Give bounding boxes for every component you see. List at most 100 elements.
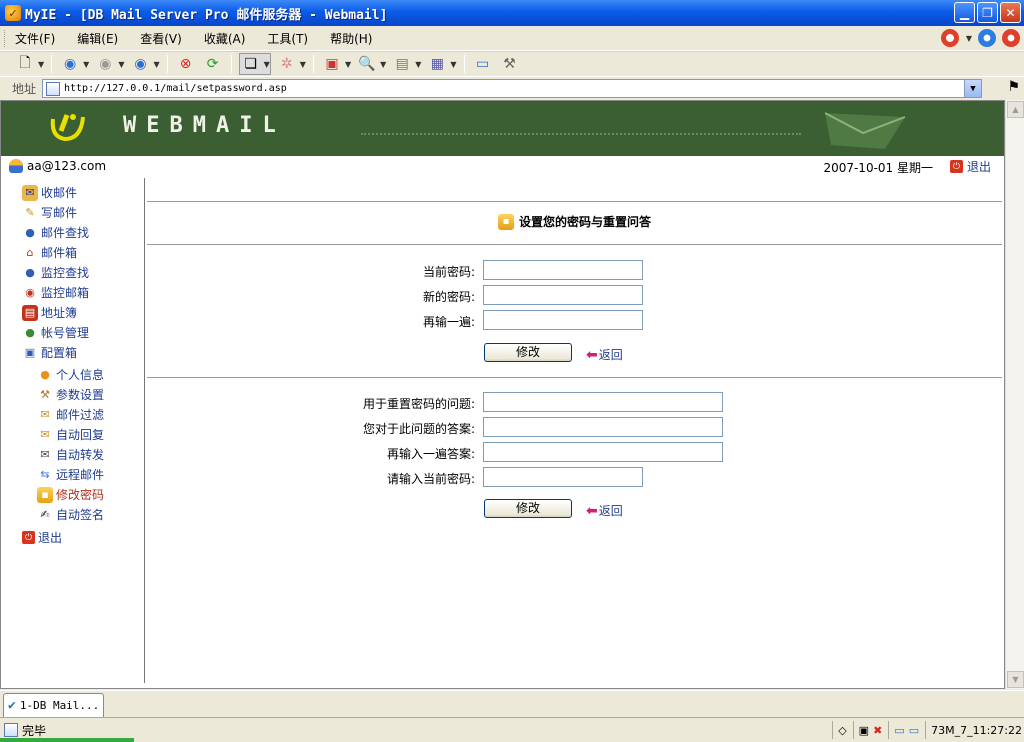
sidebar-subitem-remote[interactable]: ⇆ 远程邮件 (37, 466, 104, 483)
back-icon[interactable]: ◉ (59, 54, 81, 74)
sidebar-subitem-filter[interactable]: ✉ 邮件过滤 (37, 406, 104, 423)
sidebar-item-addressbook[interactable]: ▤ 地址簿 (22, 304, 77, 321)
go-icon[interactable]: ⚑ (1007, 79, 1020, 95)
change-reset-qa-button[interactable]: 修改 (484, 499, 572, 518)
sidebar-subitem-autoreply[interactable]: ✉ 自动回复 (37, 426, 104, 443)
sidebar-subitem-forward[interactable]: ✉ 自动转发 (37, 446, 104, 463)
menu-edit[interactable]: 编辑(E) (77, 30, 118, 47)
new-window-icon[interactable]: 🗋 (14, 54, 36, 74)
page-done-icon (4, 723, 18, 737)
scroll-up-arrow[interactable]: ▲ (1007, 101, 1024, 118)
reset-answer-input[interactable] (483, 417, 723, 437)
sidebar-item-mail-search[interactable]: ● 邮件查找 (22, 224, 89, 241)
menu-view[interactable]: 查看(V) (140, 30, 182, 47)
change-password-button[interactable]: 修改 (484, 343, 572, 362)
tab-bar: ✔ 1-DB Mail... (0, 690, 1024, 717)
up-icon[interactable]: ◉ (129, 54, 151, 74)
tab-db-mail[interactable]: ✔ 1-DB Mail... (3, 693, 104, 717)
back-link[interactable]: ⬅ 返回 (586, 346, 623, 363)
restore-button[interactable]: ❐ (977, 2, 998, 23)
sidebar-item-compose[interactable]: ✎ 写邮件 (22, 204, 77, 221)
sidebar-subitem-change-password[interactable]: ▪ 修改密码 (37, 486, 104, 503)
window-icon[interactable]: ▭ (894, 724, 904, 737)
address-input[interactable]: http://127.0.0.1/mail/setpassword.asp ▼ (42, 79, 982, 98)
menu-help[interactable]: 帮助(H) (330, 30, 372, 47)
repeat-password-label: 再输一遍: (422, 315, 475, 329)
config-icon: ▣ (24, 346, 36, 359)
person-icon: ● (40, 368, 50, 381)
page-title: ▪ 设置您的密码与重置问答 (147, 213, 1002, 230)
app-icon: ✓ (5, 5, 21, 21)
reset-answer-repeat-label: 再输入一遍答案: (386, 447, 475, 461)
window-list-icon[interactable]: ▭ (472, 54, 494, 74)
sidebar-subitem-signature[interactable]: ✍ 自动签名 (37, 506, 104, 523)
user-email: aa@123.com (27, 159, 107, 173)
blocked-popup-icon[interactable]: ▣ (859, 724, 869, 737)
pages-icon[interactable]: ❏ (240, 54, 262, 74)
menu-file[interactable]: 文件(F) (15, 30, 55, 47)
window2-icon[interactable]: ▭ (909, 724, 919, 737)
reset-current-password-input[interactable] (483, 467, 643, 487)
user-icon (9, 159, 23, 173)
web-page: WEBMAIL aa@123.com 2007-10-01 星期一 ⏻ 退出 ✉… (0, 100, 1005, 689)
logout-icon: ⏻ (949, 160, 963, 173)
webmail-logo (47, 109, 89, 147)
security-icon: ◇ (832, 721, 847, 739)
options-icon[interactable]: ⚒ (499, 54, 521, 74)
accounts-icon: ● (25, 326, 35, 339)
mail-filter-icon: ✉ (40, 408, 50, 421)
groups-icon[interactable]: ▦ (426, 54, 448, 74)
main-content: ▪ 设置您的密码与重置问答 当前密码: 新的密码: 再输一遍: 修改 ⬅ 返回 用… (147, 178, 1002, 683)
search-icon[interactable]: 🔍 (356, 54, 378, 74)
sidebar-item-monitor-search[interactable]: ● 监控查找 (22, 264, 89, 281)
sidebar-subitem-profile[interactable]: ● 个人信息 (37, 366, 104, 383)
webmail-brand: WEBMAIL (123, 113, 286, 138)
sidebar-item-accounts[interactable]: ● 帐号管理 (22, 324, 89, 341)
back-arrow-icon: ⬅ (586, 502, 598, 519)
close-button[interactable]: ✕ (1000, 2, 1021, 23)
reset-answer-repeat-input[interactable] (483, 442, 723, 462)
repeat-password-input[interactable] (483, 310, 643, 330)
sidebar: ✉ 收邮件 ✎ 写邮件 ● 邮件查找 ⌂ 邮件箱 ● 监控查找 ◉ 监控邮箱 ▤ 地址簿 ● 帐… (4, 178, 145, 683)
popup-filter-icon[interactable] (940, 29, 959, 47)
menu-favorites[interactable]: 收藏(A) (204, 30, 246, 47)
sidebar-item-monitor-mailbox[interactable]: ◉ 监控邮箱 (22, 284, 89, 301)
wrench-icon: ⚒ (40, 388, 50, 401)
monitor-search-icon: ● (25, 266, 35, 279)
exit-icon: ⏻ (22, 531, 35, 544)
users-search-icon: ● (25, 226, 35, 239)
status-bar: 完毕 ◇ ▣ ✖ ▭ ▭ 73M_7_11:27:22 (0, 717, 1024, 742)
minimize-button[interactable]: ▁ (954, 2, 975, 23)
back-link-2[interactable]: ⬅ 返回 (586, 502, 623, 519)
sidebar-item-logout[interactable]: ⏻ 退出 (22, 529, 62, 546)
favorites-icon[interactable]: ▤ (391, 54, 413, 74)
logout-link[interactable]: ⏻ 退出 (949, 158, 991, 175)
stop-all-icon[interactable] (1002, 29, 1020, 47)
globe-icon[interactable] (978, 29, 996, 47)
back-arrow-icon: ⬅ (586, 346, 598, 363)
checkmark-icon: ✔ (8, 698, 16, 713)
current-password-input[interactable] (483, 260, 643, 280)
sidebar-item-inbox[interactable]: ✉ 收邮件 (22, 184, 77, 201)
save-page-icon[interactable]: ▣ (321, 54, 343, 74)
forward-mail-icon: ✉ (40, 448, 50, 461)
menu-tools[interactable]: 工具(T) (267, 30, 308, 47)
address-dropdown[interactable]: ▼ (964, 80, 981, 97)
refresh-icon[interactable]: ⟳ (202, 54, 224, 74)
stop-icon[interactable]: ⊗ (175, 54, 197, 74)
new-password-input[interactable] (483, 285, 643, 305)
sidebar-item-mailbox[interactable]: ⌂ 邮件箱 (22, 244, 78, 261)
reset-question-input[interactable] (483, 392, 723, 412)
forward-icon[interactable]: ◉ (94, 54, 116, 74)
page-scrollbar[interactable]: ▲ ▼ (1005, 100, 1024, 689)
sidebar-item-config[interactable]: ▣ 配置箱 (22, 344, 77, 361)
signature-icon: ✍ (40, 508, 50, 521)
toolbar: 🗋 ▼ ◉ ▼ ◉ ▼ ◉ ▼ ⊗ ⟳ ❏ ▼ ✲ ▼ ▣ ▼ 🔍 ▼ ▤ ▼ ▦ ▼ ▭ ⚒ (0, 51, 1024, 76)
scroll-down-arrow[interactable]: ▼ (1007, 671, 1024, 688)
filter-icon[interactable]: ✲ (276, 54, 298, 74)
lock-icon: ▪ (37, 486, 53, 503)
menu-bar: 文件(F) 编辑(E) 查看(V) 收藏(A) 工具(T) 帮助(H) ▼ (0, 26, 1024, 51)
block-icon[interactable]: ✖ (873, 724, 882, 737)
address-url: http://127.0.0.1/mail/setpassword.asp (64, 83, 287, 94)
sidebar-subitem-settings[interactable]: ⚒ 参数设置 (37, 386, 104, 403)
